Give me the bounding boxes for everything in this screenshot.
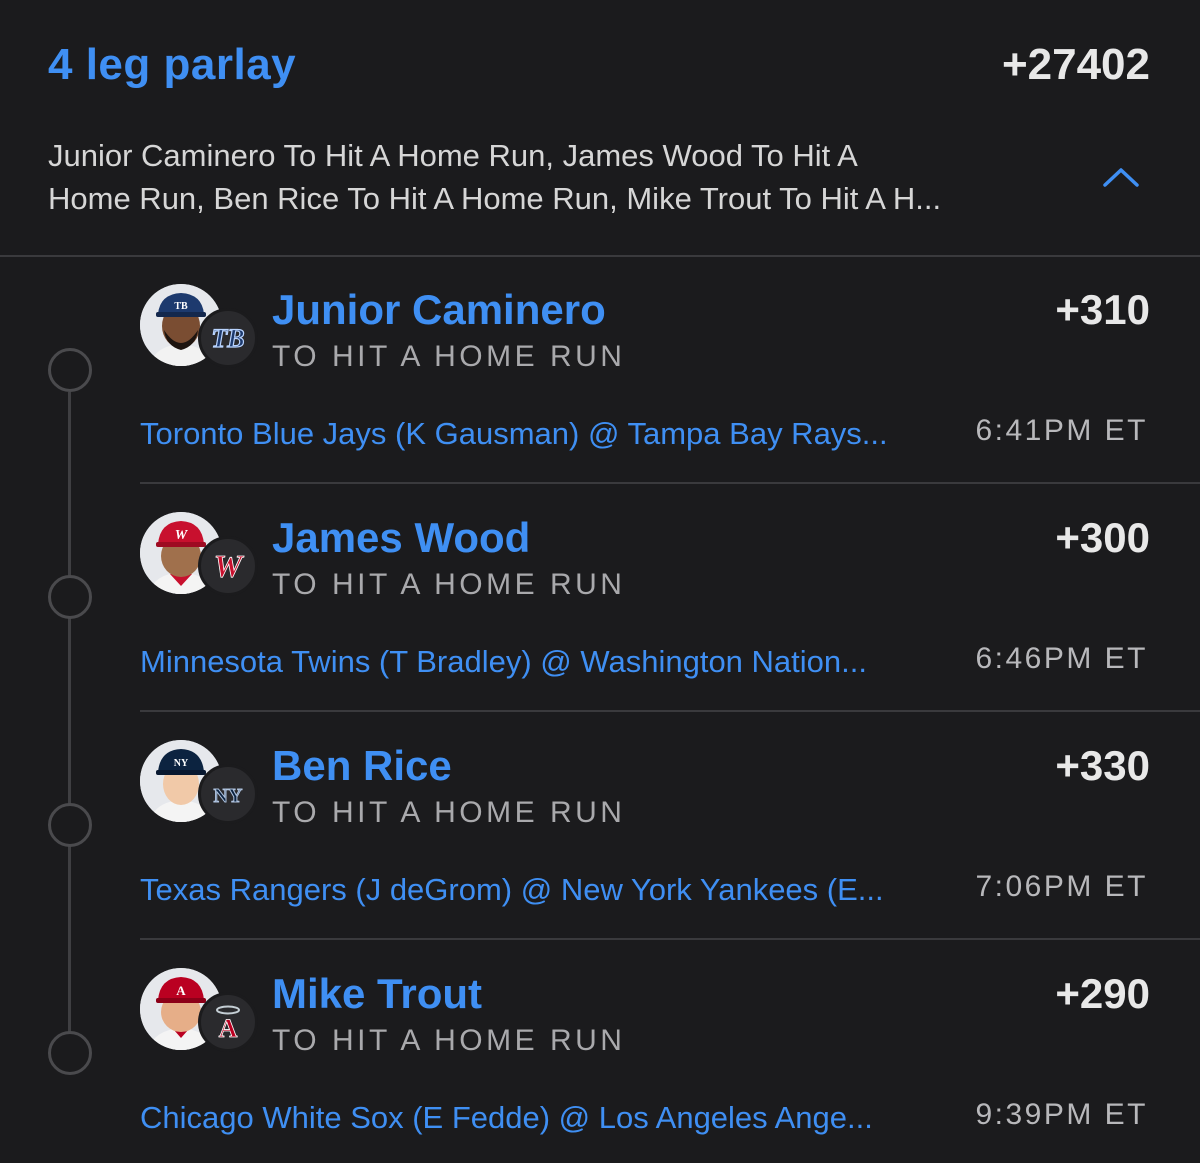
market-label: TO HIT A HOME RUN <box>272 796 626 829</box>
player-name[interactable]: James Wood <box>272 514 530 562</box>
matchup-link[interactable]: Texas Rangers (J deGrom) @ New York Yank… <box>140 872 960 908</box>
game-time: 7:06PM ET <box>975 870 1148 903</box>
parlay-header[interactable]: 4 leg parlay +27402 Junior Caminero To H… <box>0 0 1200 256</box>
market-label: TO HIT A HOME RUN <box>272 340 626 373</box>
svg-text:A: A <box>176 983 186 998</box>
market-label: TO HIT A HOME RUN <box>272 1024 626 1057</box>
svg-text:NY: NY <box>174 758 189 769</box>
parlay-summary-line-1: Junior Caminero To Hit A Home Run, James… <box>48 138 858 173</box>
parlay-summary: Junior Caminero To Hit A Home Run, James… <box>48 134 1068 220</box>
yankees-logo-icon: NY <box>213 785 243 808</box>
parlay-title: 4 leg parlay <box>48 40 297 89</box>
svg-text:A: A <box>219 1014 238 1043</box>
svg-text:W: W <box>175 528 189 543</box>
svg-text:TB: TB <box>174 301 188 312</box>
leg-row[interactable]: W W James Wood TO HIT A HOME RUN +300 Mi… <box>0 484 1200 712</box>
collapse-button[interactable] <box>1098 160 1144 194</box>
chevron-up-icon <box>1103 168 1139 187</box>
angels-logo-icon: A <box>216 1005 240 1043</box>
leg-row[interactable]: NY NY Ben Rice TO HIT A HOME RUN +330 Te… <box>0 712 1200 940</box>
parlay-card: 4 leg parlay +27402 Junior Caminero To H… <box>0 0 1200 1163</box>
player-name[interactable]: Mike Trout <box>272 970 482 1018</box>
team-logo: A <box>198 992 258 1052</box>
leg-odds: +330 <box>1055 742 1150 789</box>
leg-row[interactable]: A A Mike Trout TO HIT A HOME RUN +290 Ch… <box>0 940 1200 1163</box>
game-time: 9:39PM ET <box>975 1098 1148 1131</box>
matchup-link[interactable]: Chicago White Sox (E Fedde) @ Los Angele… <box>140 1100 960 1136</box>
leg-row[interactable]: TB TB Junior Caminero TO HIT A HOME RUN … <box>0 256 1200 484</box>
leg-odds: +290 <box>1055 970 1150 1017</box>
market-label: TO HIT A HOME RUN <box>272 568 626 601</box>
game-time: 6:46PM ET <box>975 642 1148 675</box>
matchup-link[interactable]: Toronto Blue Jays (K Gausman) @ Tampa Ba… <box>140 416 960 452</box>
player-name[interactable]: Junior Caminero <box>272 286 606 334</box>
svg-text:W: W <box>214 548 245 584</box>
team-logo: NY <box>198 764 258 824</box>
svg-text:TB: TB <box>211 324 244 353</box>
team-logo: TB <box>198 308 258 368</box>
leg-odds: +310 <box>1055 286 1150 333</box>
game-time: 6:41PM ET <box>975 414 1148 447</box>
player-name[interactable]: Ben Rice <box>272 742 452 790</box>
parlay-total-odds: +27402 <box>1001 40 1150 89</box>
matchup-link[interactable]: Minnesota Twins (T Bradley) @ Washington… <box>140 644 960 680</box>
nationals-logo-icon: W <box>213 548 245 585</box>
rays-logo-icon: TB <box>211 323 245 353</box>
leg-odds: +300 <box>1055 514 1150 561</box>
svg-text:NY: NY <box>214 785 243 807</box>
parlay-summary-line-2: Home Run, Ben Rice To Hit A Home Run, Mi… <box>48 181 942 216</box>
team-logo: W <box>198 536 258 596</box>
